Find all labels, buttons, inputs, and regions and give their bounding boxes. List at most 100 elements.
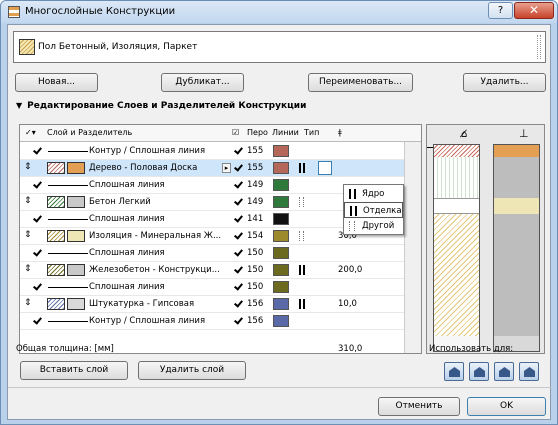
separator-checkbox[interactable] bbox=[33, 282, 42, 291]
row-checkbox[interactable] bbox=[234, 265, 243, 274]
pen-color-swatch[interactable] bbox=[273, 281, 289, 293]
row-pen[interactable]: 154 bbox=[247, 231, 263, 241]
row-pen[interactable]: 149 bbox=[247, 180, 263, 190]
layer-fill-swatch[interactable] bbox=[67, 298, 85, 310]
row-pen[interactable]: 156 bbox=[247, 316, 263, 326]
move-handle-icon[interactable]: ⇕ bbox=[24, 264, 32, 274]
popup-item-finish[interactable]: Отделка bbox=[344, 202, 403, 218]
row-pen[interactable]: 150 bbox=[247, 265, 263, 275]
line-sample bbox=[48, 321, 88, 322]
pen-color-swatch[interactable] bbox=[273, 247, 289, 259]
move-handle-icon[interactable]: ⇕ bbox=[24, 162, 32, 172]
core-type-icon[interactable] bbox=[297, 265, 307, 275]
layer-hatch-swatch[interactable] bbox=[47, 230, 65, 242]
row-checkbox[interactable] bbox=[234, 231, 243, 240]
insert-layer-button[interactable]: Вставить слой bbox=[20, 361, 128, 380]
rename-button[interactable]: Переименовать... bbox=[308, 73, 413, 92]
separator-checkbox[interactable] bbox=[33, 214, 42, 223]
section-header[interactable]: ▼ Редактирование Слоев и Разделителей Кон… bbox=[16, 101, 306, 111]
layer-fill-swatch[interactable] bbox=[67, 264, 85, 276]
cancel-button[interactable]: Отменить bbox=[378, 397, 460, 416]
row-checkbox[interactable] bbox=[234, 146, 243, 155]
separator-checkbox[interactable] bbox=[33, 248, 42, 257]
pen-color-swatch[interactable] bbox=[273, 162, 289, 174]
row-checkbox[interactable] bbox=[234, 180, 243, 189]
popup-item-other[interactable]: Другой bbox=[344, 218, 403, 234]
expand-arrow-icon[interactable]: ▸ bbox=[222, 163, 231, 173]
separator-row[interactable]: Сплошная линия 150 bbox=[20, 279, 404, 296]
pen-color-swatch[interactable] bbox=[273, 230, 289, 242]
use-roof-icon[interactable] bbox=[494, 362, 514, 381]
row-thickness[interactable]: 200,0 bbox=[338, 265, 362, 275]
move-handle-icon[interactable]: ⇕ bbox=[24, 196, 32, 206]
pen-color-swatch[interactable] bbox=[273, 145, 289, 157]
row-pen[interactable]: 156 bbox=[247, 299, 263, 309]
layer-hatch-swatch[interactable] bbox=[47, 264, 65, 276]
separator-checkbox[interactable] bbox=[33, 180, 42, 189]
layer-hatch-swatch[interactable] bbox=[47, 162, 65, 174]
new-button[interactable]: Новая... bbox=[15, 73, 98, 92]
row-pen[interactable]: 149 bbox=[247, 197, 263, 207]
layer-fill-swatch[interactable] bbox=[67, 196, 85, 208]
ok-button[interactable]: OK bbox=[467, 397, 546, 416]
help-button[interactable]: ? bbox=[488, 2, 513, 19]
section-preview: ⌂̸ ⊥ bbox=[426, 124, 545, 354]
type-dropdown-button[interactable] bbox=[318, 161, 332, 175]
layer-row[interactable]: ⇕ Дерево - Половая Доска ▸ 155 bbox=[20, 160, 404, 177]
separator-checkbox[interactable] bbox=[33, 146, 42, 155]
row-checkbox[interactable] bbox=[234, 282, 243, 291]
separator-row[interactable]: Контур / Сплошная линия 156 bbox=[20, 313, 404, 330]
layer-hatch-swatch[interactable] bbox=[47, 196, 65, 208]
row-pen[interactable]: 155 bbox=[247, 146, 263, 156]
composite-name-field[interactable]: Пол Бетонный, Изоляция, Паркет bbox=[13, 31, 546, 63]
row-checkbox[interactable] bbox=[234, 214, 243, 223]
layer-fill-swatch[interactable] bbox=[67, 230, 85, 242]
pen-color-swatch[interactable] bbox=[273, 213, 289, 225]
core-type-icon[interactable] bbox=[297, 299, 307, 309]
separator-row[interactable]: Контур / Сплошная линия 155 bbox=[20, 143, 404, 160]
row-checkbox[interactable] bbox=[234, 197, 243, 206]
pen-color-swatch[interactable] bbox=[273, 298, 289, 310]
pen-color-swatch[interactable] bbox=[273, 196, 289, 208]
duplicate-button[interactable]: Дубликат... bbox=[161, 73, 244, 92]
pen-color-swatch[interactable] bbox=[273, 264, 289, 276]
title-bar[interactable]: Многослойные Конструкции ? ✕ bbox=[1, 1, 557, 23]
row-thickness[interactable]: 10,0 bbox=[338, 299, 357, 309]
row-pen[interactable]: 150 bbox=[247, 282, 263, 292]
line-sample bbox=[48, 287, 88, 288]
close-button[interactable]: ✕ bbox=[514, 2, 554, 19]
row-checkbox[interactable] bbox=[234, 299, 243, 308]
popup-item-core[interactable]: Ядро bbox=[344, 186, 403, 202]
pen-color-swatch[interactable] bbox=[273, 315, 289, 327]
move-handle-icon[interactable]: ⇕ bbox=[24, 298, 32, 308]
separator-row[interactable]: Сплошная линия 150 bbox=[20, 245, 404, 262]
row-pen[interactable]: 155 bbox=[247, 163, 263, 173]
row-checkbox[interactable] bbox=[234, 163, 243, 172]
check-all-icon[interactable]: ☑ bbox=[232, 128, 239, 137]
move-handle-icon[interactable]: ⇕ bbox=[24, 230, 32, 240]
table-scrollbar[interactable] bbox=[404, 142, 421, 353]
resize-grip-icon[interactable] bbox=[537, 35, 541, 59]
use-wall-icon[interactable] bbox=[444, 362, 464, 381]
other-type-icon[interactable] bbox=[297, 231, 307, 241]
row-pen[interactable]: 141 bbox=[247, 214, 263, 224]
layer-row[interactable]: ⇕ Железобетон - Конструкци... 150 200,0 bbox=[20, 262, 404, 279]
layer-row[interactable]: ⇕ Штукатурка - Гипсовая 156 10,0 bbox=[20, 296, 404, 313]
row-checkbox[interactable] bbox=[234, 248, 243, 257]
header-layer: Слой и Разделитель bbox=[47, 128, 133, 137]
delete-button[interactable]: Удалить... bbox=[463, 73, 546, 92]
other-type-icon[interactable] bbox=[297, 197, 307, 207]
layer-fill-swatch[interactable] bbox=[67, 162, 85, 174]
use-shell-icon[interactable] bbox=[519, 362, 539, 381]
separator-checkbox[interactable] bbox=[33, 316, 42, 325]
core-type-icon[interactable] bbox=[297, 163, 307, 173]
row-pen[interactable]: 150 bbox=[247, 248, 263, 258]
finish-icon bbox=[349, 206, 359, 216]
pen-color-swatch[interactable] bbox=[273, 179, 289, 191]
other-icon bbox=[348, 221, 358, 231]
collapse-triangle-icon[interactable]: ▼ bbox=[16, 101, 22, 110]
layer-hatch-swatch[interactable] bbox=[47, 298, 65, 310]
use-slab-icon[interactable] bbox=[469, 362, 489, 381]
row-checkbox[interactable] bbox=[234, 316, 243, 325]
delete-layer-button[interactable]: Удалить слой bbox=[138, 361, 246, 380]
